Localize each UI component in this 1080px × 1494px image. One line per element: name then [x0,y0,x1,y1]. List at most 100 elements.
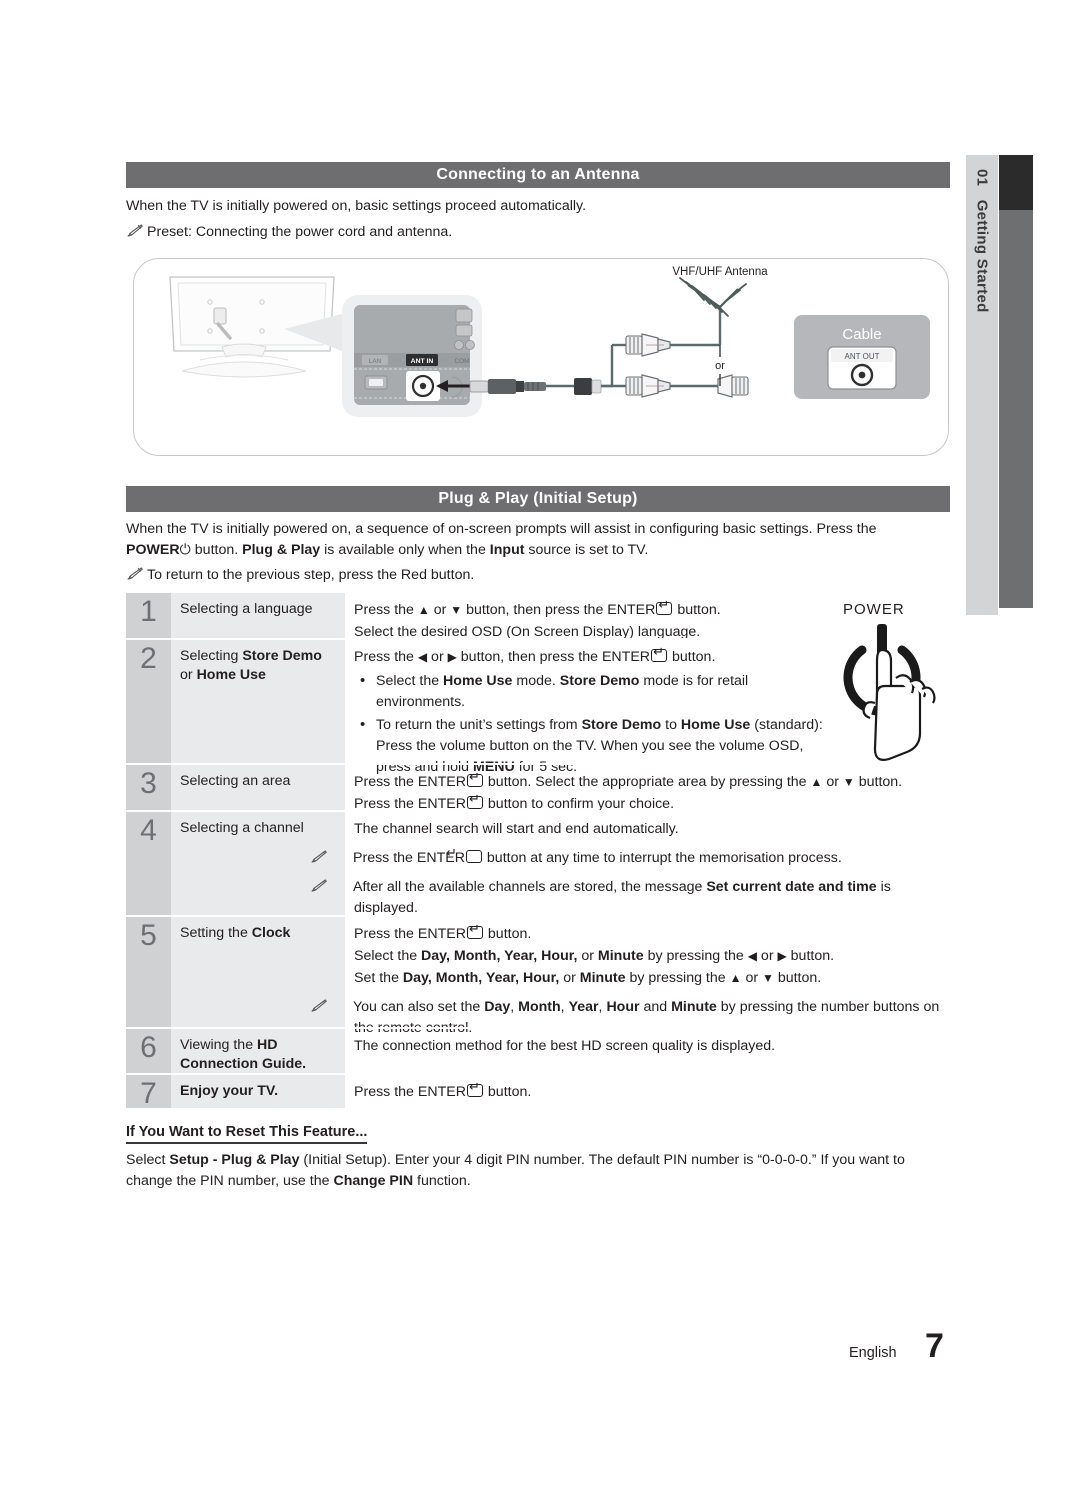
section-tab-text: 01 Getting Started [974,155,991,313]
plug-play-intro-b: button. [194,542,239,558]
antenna-intro-text: When the TV is initially powered on, bas… [126,198,587,214]
coax-cable-to-tv [469,379,582,394]
pencil-note-icon [126,224,143,238]
vhf-uhf-antenna-label: VHF/UHF Antenna [672,266,768,278]
step-body: The connection method for the best HD sc… [345,1029,950,1073]
step-label-text: Selecting a channel [180,820,304,836]
plug-play-note: To return to the previous step, press th… [126,565,946,586]
step-label: Viewing the HD Connection Guide. [171,1029,345,1073]
step-line: Set the Day, Month, Year, Hour, or Minut… [354,970,822,986]
antenna-note-text: Preset: Connecting the power cord and an… [147,224,453,240]
step-body: Press the ENTER button. Select the Day, … [311,917,950,1036]
enter-glyph-icon [465,850,482,863]
table-row: 6 Viewing the HD Connection Guide. The c… [126,1027,826,1073]
plug-play-note-text: To return to the previous step, press th… [147,567,475,583]
enter-glyph-icon [656,598,673,615]
table-row: 7 Enjoy your TV. Press the ENTER button. [126,1073,826,1110]
reset-text-1: Select [126,1152,166,1168]
step-label: Selecting an area [171,765,345,810]
section-tab-label: Getting Started [973,199,991,313]
step-body: Press the ◀ or ▶ button, then press the … [345,640,826,775]
step-label-bold: Clock [251,925,291,941]
step-line: Select the Day, Month, Year, Hour, or Mi… [354,948,835,964]
setup-plug-play-bold: Setup - Plug & Play [169,1152,300,1168]
step-label-text: Setting the [180,925,252,941]
reset-section-title: If You Want to Reset This Feature... [126,1124,368,1144]
section-header-antenna: Connecting to an Antenna [126,162,950,188]
step-label: Enjoy your TV. [171,1075,345,1108]
table-row: 5 Setting the Clock Press the ENTER butt… [126,915,939,1036]
table-row: 1 Selecting a language Press the ▲ or ▼ … [126,593,826,640]
step-bullet-list: Select the Home Use mode. Store Demo mod… [354,670,826,778]
footer-language: English [849,1345,897,1361]
svg-text:LAN: LAN [369,358,382,365]
enter-glyph-icon [466,770,483,787]
pencil-note-icon [311,879,349,893]
pencil-note-icon [311,999,349,1013]
step-label-bold: Store Demo [242,648,322,664]
or-label: or [715,360,725,372]
step-line: Press the ◀ or ▶ button, then press the … [354,645,826,668]
plug-play-intro-d: source is set to TV. [528,542,649,558]
step-note: Press the ENTER button at any time to in… [311,848,950,869]
plug-play-bold: Plug & Play [242,542,321,558]
step-number: 6 [126,1029,171,1073]
antenna-connectors: or [574,307,749,398]
pencil-note-icon [126,567,143,581]
pencil-note-icon [311,850,349,864]
power-word: POWER [126,542,180,558]
step-label-text: Selecting [180,648,243,664]
ant-out-label: ANT OUT [845,352,880,361]
step-line: Press the ENTER button. [354,922,950,945]
svg-text:COM: COM [454,358,469,365]
step-label: Selecting Store Demo or Home Use [171,640,345,763]
input-bold: Input [489,542,525,558]
step-number: 7 [126,1075,171,1110]
enter-glyph-icon [651,645,668,662]
step-body: Press the ENTER button. Select the appro… [345,765,950,812]
svg-text:ANT IN: ANT IN [411,358,434,365]
power-symbol-icon: ⏻ [179,542,191,558]
side-bar-gray-block [999,210,1033,608]
section-tab: 01 Getting Started [966,155,998,615]
step-note: After all the available channels are sto… [311,877,950,919]
step-number: 5 [126,917,171,1027]
enter-glyph-icon [466,792,483,809]
table-row: 2 Selecting Store Demo or Home Use Press… [126,638,826,775]
step-line: The connection method for the best HD sc… [354,1038,776,1054]
step-label: Selecting a language [171,593,345,638]
antenna-connection-diagram: LAN ANT IN COM or VHF/UHF Antenna Cable … [133,258,949,456]
antenna-diagram-svg: LAN ANT IN COM or VHF/UHF Antenna Cable … [169,266,930,417]
step-label-bold: Enjoy your TV. [180,1083,279,1099]
step-line: Press the ENTER button. Select the appro… [354,770,950,793]
step-line: The channel search will start and end au… [354,821,679,837]
table-row: 3 Selecting an area Press the ENTER butt… [126,763,902,812]
step-number: 4 [126,812,171,915]
section-tab-number: 01 [973,169,991,187]
plug-play-intro-a: When the TV is initially powered on, a s… [126,521,877,537]
step-body: The channel search will start and end au… [311,812,950,916]
step-label-text: Selecting an area [180,773,291,789]
step-line: Press the ENTER button. [354,1080,950,1103]
cable-box-label: Cable [842,326,881,343]
plug-play-steps-table: 1 Selecting a language Press the ▲ or ▼ … [126,593,939,1110]
tv-port-panel: LAN ANT IN COM [342,295,482,417]
footer-page-number: 7 [925,1327,944,1365]
plug-play-intro-c: is available only when the [324,542,486,558]
step-number: 1 [126,593,171,638]
table-row: 4 Selecting a channel The channel search… [126,810,891,916]
vhf-uhf-antenna-illustration: VHF/UHF Antenna [672,266,768,317]
manual-page: 01 Getting Started Connecting to an Ante… [0,0,1080,1494]
step-number: 3 [126,765,171,810]
step-label-text: Viewing the [180,1037,258,1053]
enter-glyph-icon [466,1080,483,1097]
step-body: Press the ENTER button. [345,1075,950,1108]
change-pin-bold: Change PIN [333,1173,414,1189]
step-label-text: Selecting a language [180,601,313,617]
step-line: Press the ▲ or ▼ button, then press the … [354,598,826,621]
list-item: Select the Home Use mode. Store Demo mod… [354,670,826,713]
antenna-note: Preset: Connecting the power cord and an… [126,222,946,243]
side-bar-dark-block [999,155,1033,210]
step-number: 2 [126,640,171,763]
enter-glyph-icon [466,922,483,939]
